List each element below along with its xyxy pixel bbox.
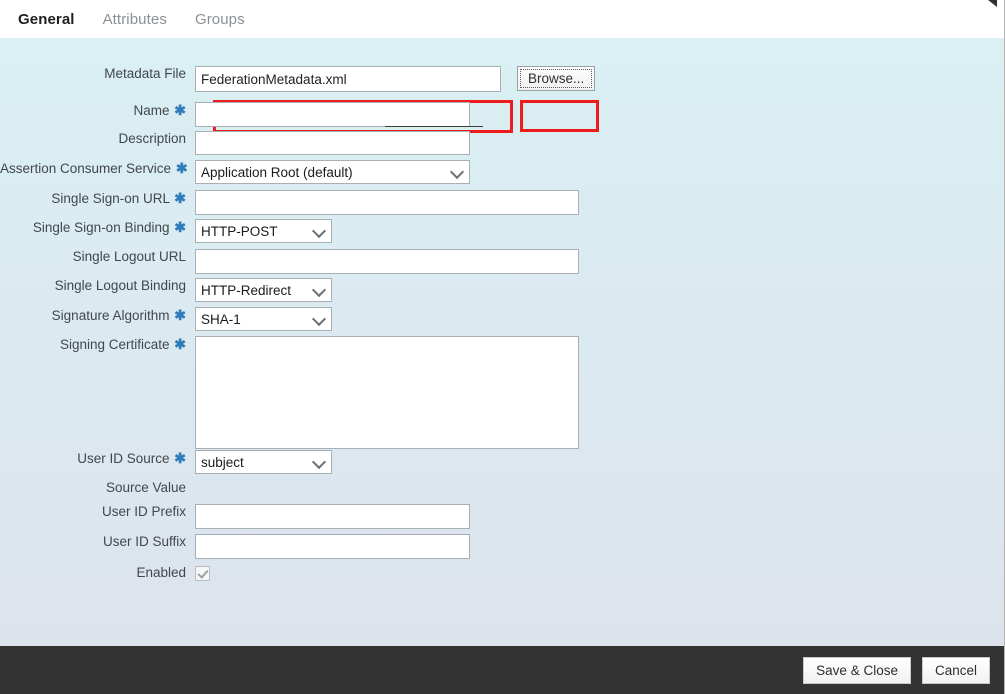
required-marker: ✱ xyxy=(174,190,186,206)
field-row-single-logout-binding: Single Logout Binding HTTP-Redirect xyxy=(0,278,332,302)
saml-provider-dialog: General Attributes Groups Metadata File … xyxy=(0,0,1005,694)
signature-algorithm-select[interactable]: SHA-1 xyxy=(195,307,332,331)
cancel-button[interactable]: Cancel xyxy=(921,656,990,684)
label-name: Name ✱ xyxy=(133,102,186,118)
annotation-browse-button xyxy=(520,100,599,132)
name-input[interactable] xyxy=(195,102,470,127)
label-user-id-prefix: User ID Prefix xyxy=(101,504,186,519)
label-enabled: Enabled xyxy=(136,565,186,580)
field-row-user-id-source: User ID Source ✱ subject xyxy=(0,450,332,474)
required-marker: ✱ xyxy=(174,219,186,235)
label-signing-certificate: Signing Certificate ✱ xyxy=(59,336,186,352)
tab-general[interactable]: General xyxy=(18,11,75,28)
label-description: Description xyxy=(118,131,186,146)
name-field-artifact xyxy=(385,126,483,127)
field-row-name: Name ✱ xyxy=(0,102,470,127)
single-logout-url-input[interactable] xyxy=(195,249,579,274)
assertion-consumer-service-select[interactable]: Application Root (default) xyxy=(195,160,470,184)
field-row-enabled: Enabled xyxy=(0,565,210,581)
field-row-signing-certificate: Signing Certificate ✱ xyxy=(0,336,579,449)
user-id-suffix-input[interactable] xyxy=(195,534,470,559)
label-user-id-source: User ID Source ✱ xyxy=(77,450,186,466)
metadata-file-input[interactable] xyxy=(195,66,501,92)
user-id-source-selectwrap: subject xyxy=(195,450,332,474)
label-assertion-consumer-service: Assertion Consumer Service ✱ xyxy=(0,160,188,176)
enabled-checkbox[interactable] xyxy=(195,565,210,581)
field-row-user-id-prefix: User ID Prefix xyxy=(0,504,470,529)
general-form: Metadata File Browse... Name ✱ Descripti… xyxy=(0,38,1004,646)
required-marker: ✱ xyxy=(175,160,188,176)
label-source-value: Source Value xyxy=(105,480,186,495)
required-marker: ✱ xyxy=(174,450,186,466)
single-signon-binding-select[interactable]: HTTP-POST xyxy=(195,219,332,243)
tab-groups[interactable]: Groups xyxy=(195,11,245,28)
label-signature-algorithm: Signature Algorithm ✱ xyxy=(51,307,186,323)
scroll-up-arrow-icon[interactable] xyxy=(988,0,997,7)
field-row-signature-algorithm: Signature Algorithm ✱ SHA-1 xyxy=(0,307,332,331)
label-metadata-file: Metadata File xyxy=(104,66,186,81)
field-row-source-value: Source Value xyxy=(0,480,195,496)
description-input[interactable] xyxy=(195,131,470,155)
label-single-signon-url: Single Sign-on URL ✱ xyxy=(51,190,186,206)
signature-algorithm-selectwrap: SHA-1 xyxy=(195,307,332,331)
single-logout-binding-selectwrap: HTTP-Redirect xyxy=(195,278,332,302)
user-id-source-select[interactable]: subject xyxy=(195,450,332,474)
single-signon-binding-selectwrap: HTTP-POST xyxy=(195,219,332,243)
user-id-prefix-input[interactable] xyxy=(195,504,470,529)
required-marker: ✱ xyxy=(174,102,186,118)
label-single-logout-binding: Single Logout Binding xyxy=(54,278,186,293)
label-single-signon-binding: Single Sign-on Binding ✱ xyxy=(32,219,186,235)
tab-attributes[interactable]: Attributes xyxy=(103,11,167,28)
required-marker: ✱ xyxy=(174,307,186,323)
field-row-assertion-consumer-service: Assertion Consumer Service ✱ Application… xyxy=(0,160,470,184)
save-and-close-button[interactable]: Save & Close xyxy=(803,656,911,684)
field-row-single-signon-binding: Single Sign-on Binding ✱ HTTP-POST xyxy=(0,219,332,243)
browse-button[interactable]: Browse... xyxy=(517,66,595,91)
single-logout-binding-select[interactable]: HTTP-Redirect xyxy=(195,278,332,302)
single-signon-url-input[interactable] xyxy=(195,190,579,215)
field-row-description: Description xyxy=(0,131,470,155)
field-row-metadata-file: Metadata File Browse... xyxy=(0,66,595,92)
field-row-user-id-suffix: User ID Suffix xyxy=(0,534,470,559)
assertion-consumer-service-selectwrap: Application Root (default) xyxy=(195,160,470,184)
label-single-logout-url: Single Logout URL xyxy=(72,249,186,264)
tab-bar: General Attributes Groups xyxy=(0,0,1004,38)
signing-certificate-textarea[interactable] xyxy=(195,336,579,449)
field-row-single-signon-url: Single Sign-on URL ✱ xyxy=(0,190,579,215)
dialog-footer: Save & Close Cancel xyxy=(0,646,1004,694)
required-marker: ✱ xyxy=(174,336,186,352)
field-row-single-logout-url: Single Logout URL xyxy=(0,249,579,274)
label-user-id-suffix: User ID Suffix xyxy=(102,534,186,549)
